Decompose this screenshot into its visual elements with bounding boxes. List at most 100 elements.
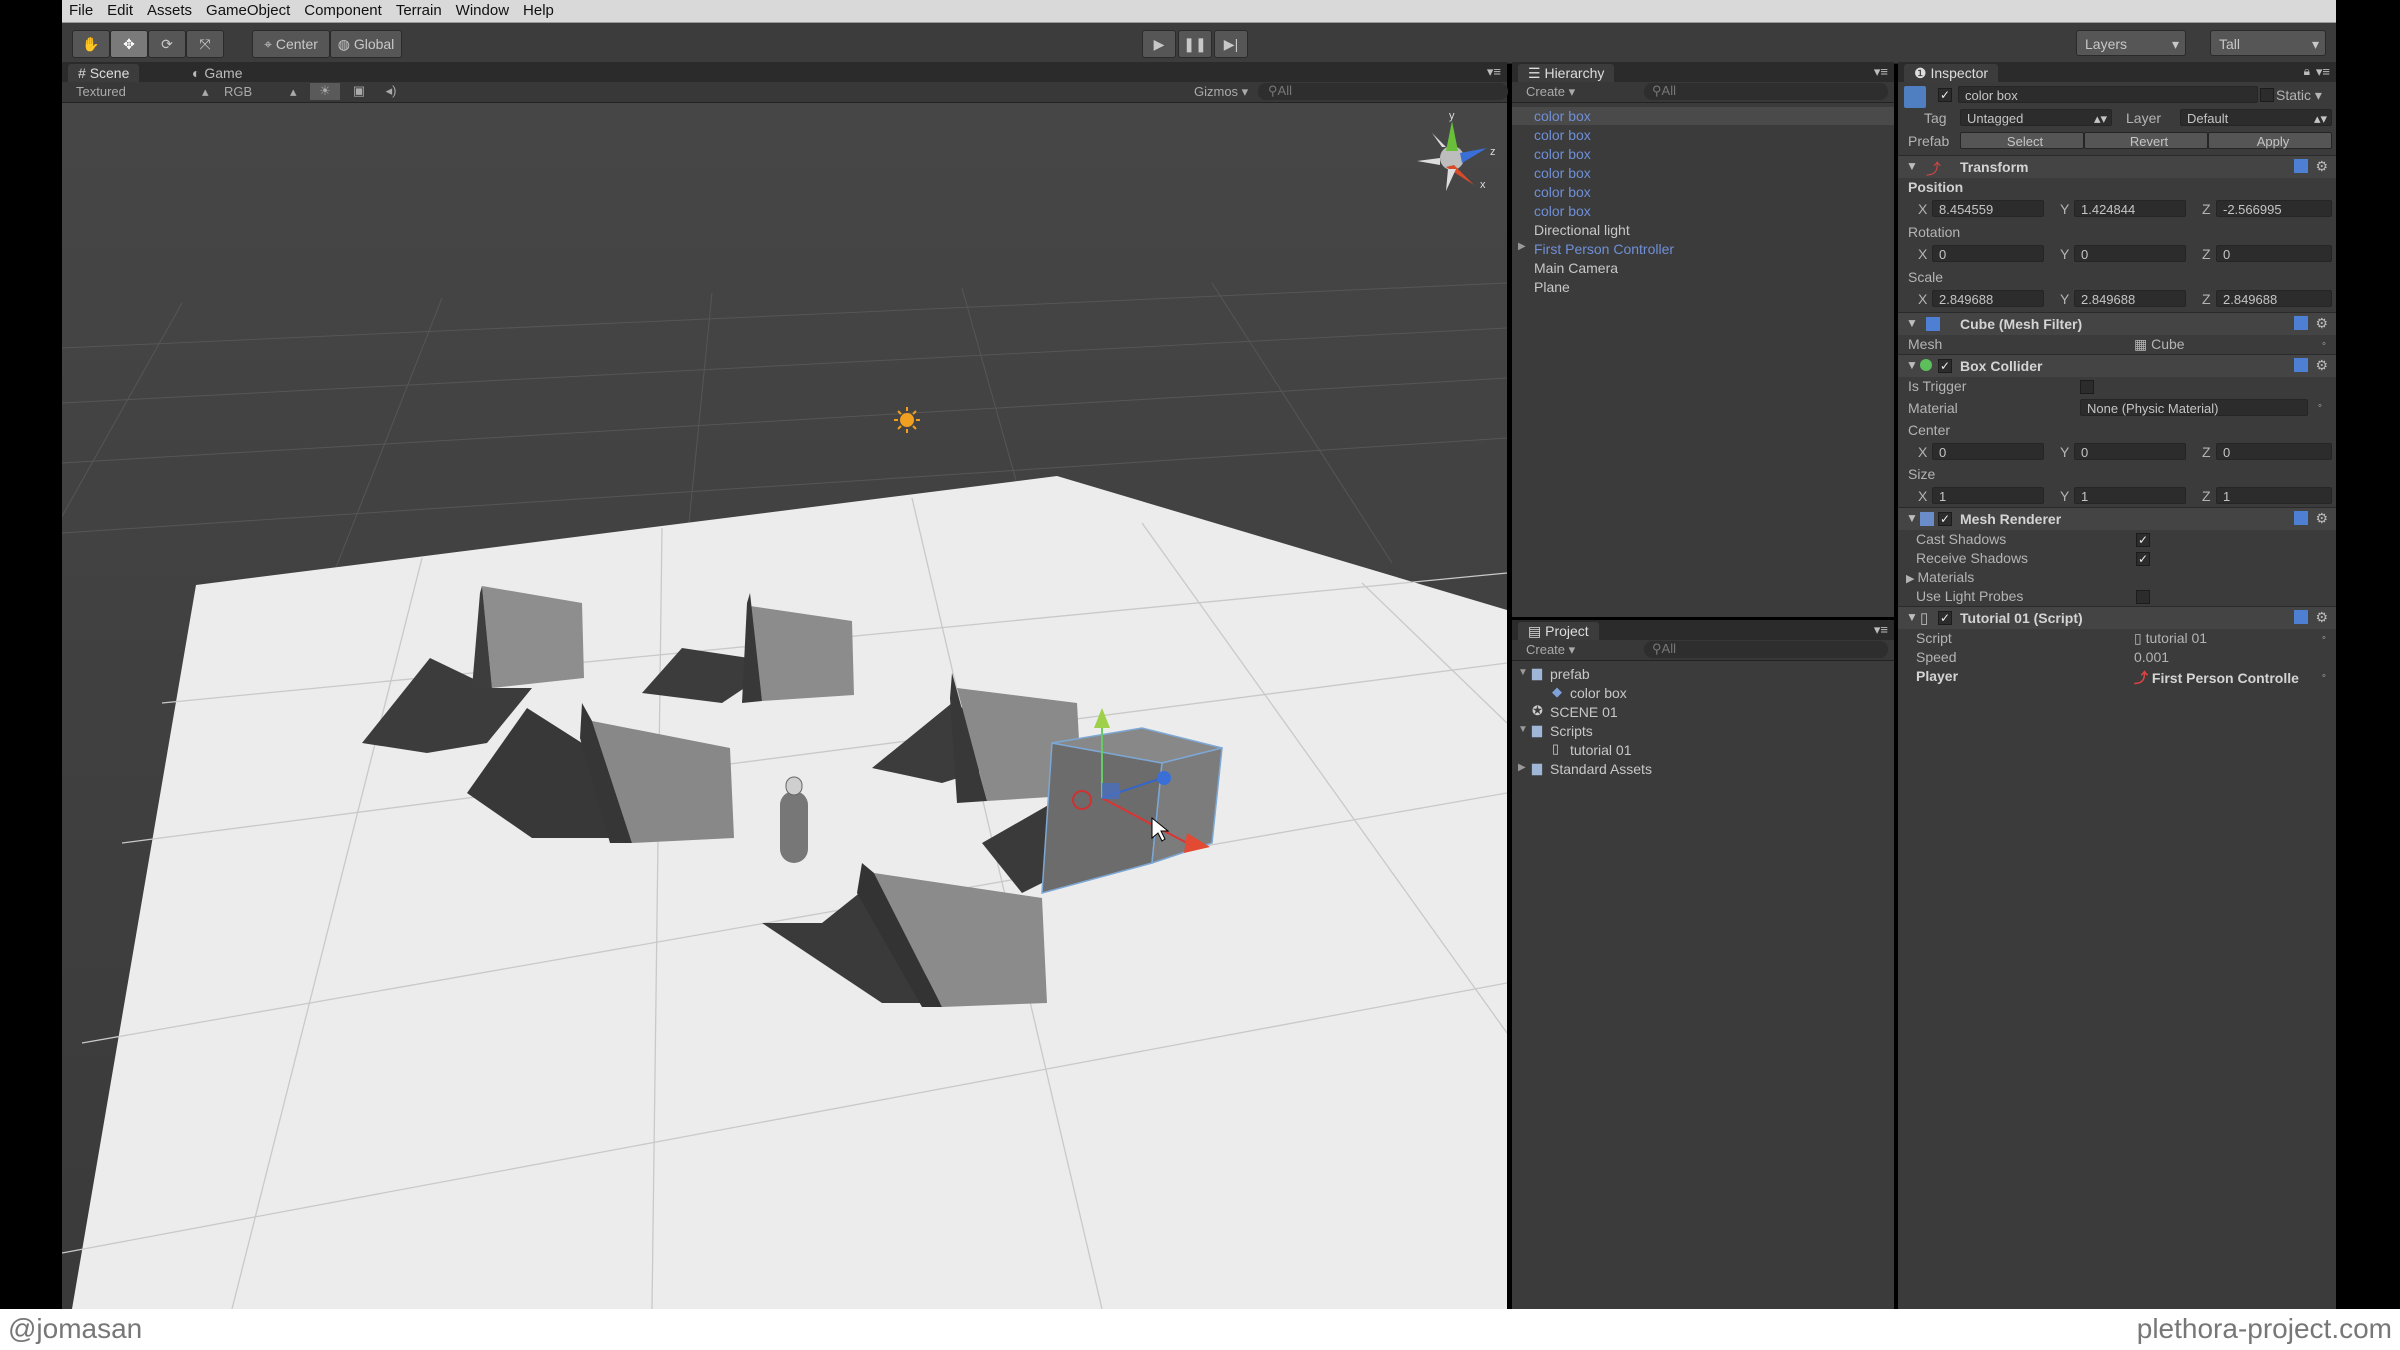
- menu-file[interactable]: File: [62, 0, 100, 22]
- color-mode-dropdown[interactable]: RGB: [224, 84, 252, 99]
- scene-audio-toggle[interactable]: ◂): [376, 83, 406, 100]
- menu-window[interactable]: Window: [449, 0, 516, 22]
- prefab-apply-button[interactable]: Apply: [2208, 132, 2332, 149]
- menu-gameobject[interactable]: GameObject: [199, 0, 297, 22]
- rotation-z-input[interactable]: 0: [2216, 245, 2332, 262]
- scale-x-input[interactable]: 2.849688: [1932, 290, 2044, 307]
- foldout-arrow-icon[interactable]: ▶: [1518, 241, 1526, 252]
- panel-menu-icon[interactable]: ▾≡: [1874, 64, 1888, 80]
- hierarchy-item[interactable]: Plane: [1512, 278, 1894, 296]
- active-checkbox[interactable]: ✓: [1938, 88, 1952, 102]
- menu-help[interactable]: Help: [516, 0, 561, 22]
- position-y-input[interactable]: 1.424844: [2074, 200, 2186, 217]
- play-button[interactable]: ▶: [1142, 30, 1176, 58]
- physic-material-field[interactable]: None (Physic Material): [2080, 399, 2308, 416]
- prefab-revert-button[interactable]: Revert: [2084, 132, 2208, 149]
- size-y-input[interactable]: 1: [2074, 487, 2186, 504]
- hierarchy-item[interactable]: Main Camera: [1512, 259, 1894, 277]
- box-collider-enabled-checkbox[interactable]: ✓: [1938, 359, 1952, 373]
- tab-project[interactable]: ▤ Project: [1518, 622, 1599, 640]
- static-dropdown[interactable]: Static ▾: [2276, 87, 2322, 104]
- rotate-tool-button[interactable]: ⟳: [148, 30, 186, 58]
- object-picker-icon[interactable]: ◦: [2318, 400, 2322, 412]
- gear-icon[interactable]: ⚙: [2315, 357, 2328, 374]
- mesh-renderer-enabled-checkbox[interactable]: ✓: [1938, 512, 1952, 526]
- hierarchy-create-dropdown[interactable]: Create ▾: [1526, 84, 1575, 100]
- step-button[interactable]: ▶|: [1214, 30, 1248, 58]
- center-y-input[interactable]: 0: [2074, 443, 2186, 460]
- pivot-center-button[interactable]: ⌖ Center: [252, 30, 330, 58]
- mesh-field[interactable]: ▦ Cube: [2134, 336, 2185, 353]
- position-x-input[interactable]: 8.454559: [1932, 200, 2044, 217]
- help-icon[interactable]: [2294, 159, 2308, 173]
- player-field[interactable]: ⤴ First Person Controlle: [2134, 668, 2299, 688]
- script-field[interactable]: ▯ tutorial 01: [2134, 630, 2207, 647]
- cast-shadows-checkbox[interactable]: ✓: [2136, 533, 2150, 547]
- move-tool-button[interactable]: ✥: [110, 30, 148, 58]
- use-light-probes-checkbox[interactable]: [2136, 590, 2150, 604]
- hierarchy-item[interactable]: color box: [1512, 164, 1894, 182]
- hierarchy-item[interactable]: color box: [1512, 183, 1894, 201]
- object-name-input[interactable]: color box: [1958, 86, 2258, 103]
- mesh-filter-header[interactable]: ▼ Cube (Mesh Filter) ⚙: [1898, 312, 2336, 335]
- rotation-y-input[interactable]: 0: [2074, 245, 2186, 262]
- project-item[interactable]: ▼ ▆ prefab: [1512, 665, 1894, 683]
- speed-input[interactable]: 0.001: [2134, 649, 2169, 665]
- space-global-button[interactable]: ◍ Global: [330, 30, 402, 58]
- layer-dropdown[interactable]: Default ▴▾: [2180, 109, 2332, 126]
- foldout-arrow-icon[interactable]: ▼: [1518, 667, 1528, 678]
- help-icon[interactable]: [2294, 511, 2308, 525]
- layers-dropdown[interactable]: Layers ▾: [2076, 30, 2186, 56]
- gear-icon[interactable]: ⚙: [2315, 315, 2328, 332]
- foldout-arrow-icon[interactable]: ▶: [1518, 762, 1526, 773]
- menu-edit[interactable]: Edit: [100, 0, 140, 22]
- tab-game[interactable]: ◐ Game: [182, 64, 252, 82]
- mesh-renderer-header[interactable]: ▼ ✓ Mesh Renderer ⚙: [1898, 507, 2336, 530]
- hand-tool-button[interactable]: ✋: [72, 30, 110, 58]
- project-search-input[interactable]: ⚲All: [1644, 641, 1888, 658]
- scale-z-input[interactable]: 2.849688: [2216, 290, 2332, 307]
- help-icon[interactable]: [2294, 610, 2308, 624]
- static-checkbox[interactable]: [2260, 88, 2274, 102]
- object-picker-icon[interactable]: ◦: [2322, 670, 2326, 682]
- center-z-input[interactable]: 0: [2216, 443, 2332, 460]
- menu-component[interactable]: Component: [297, 0, 389, 22]
- object-picker-icon[interactable]: ◦: [2322, 632, 2326, 644]
- tag-dropdown[interactable]: Untagged ▴▾: [1960, 109, 2112, 126]
- help-icon[interactable]: [2294, 358, 2308, 372]
- foldout-arrow-icon[interactable]: ▼: [1518, 724, 1528, 735]
- project-item[interactable]: ✪ SCENE 01: [1512, 703, 1894, 721]
- project-item[interactable]: ▶ ▆ Standard Assets: [1512, 760, 1894, 778]
- gear-icon[interactable]: ⚙: [2315, 510, 2328, 527]
- object-picker-icon[interactable]: ◦: [2322, 338, 2326, 350]
- menu-assets[interactable]: Assets: [140, 0, 199, 22]
- prefab-select-button[interactable]: Select: [1960, 132, 2084, 149]
- panel-menu-icon[interactable]: ▾≡: [1487, 64, 1501, 80]
- panel-menu-icon[interactable]: ▾≡: [2316, 64, 2330, 80]
- scene-search-input[interactable]: ⚲All: [1258, 83, 1508, 100]
- project-item[interactable]: ▯ tutorial 01: [1512, 741, 1894, 759]
- panel-menu-icon[interactable]: ▾≡: [1874, 622, 1888, 638]
- tab-scene[interactable]: # Scene: [68, 64, 140, 82]
- hierarchy-search-input[interactable]: ⚲All: [1644, 83, 1888, 100]
- menu-terrain[interactable]: Terrain: [389, 0, 449, 22]
- gear-icon[interactable]: ⚙: [2315, 609, 2328, 626]
- transform-header[interactable]: ▼ ⤴ Transform ⚙: [1898, 155, 2336, 178]
- hierarchy-item[interactable]: ▶ First Person Controller: [1512, 240, 1894, 258]
- scene-fx-toggle[interactable]: ▣: [344, 83, 374, 100]
- lock-icon[interactable]: 🔒︎: [2304, 64, 2310, 79]
- gear-icon[interactable]: ⚙: [2315, 158, 2328, 175]
- size-x-input[interactable]: 1: [1932, 487, 2044, 504]
- materials-foldout[interactable]: ▶ Materials: [1906, 569, 1974, 585]
- scale-y-input[interactable]: 2.849688: [2074, 290, 2186, 307]
- center-x-input[interactable]: 0: [1932, 443, 2044, 460]
- is-trigger-checkbox[interactable]: [2080, 380, 2094, 394]
- script-enabled-checkbox[interactable]: ✓: [1938, 611, 1952, 625]
- project-create-dropdown[interactable]: Create ▾: [1526, 642, 1575, 658]
- tab-inspector[interactable]: ❶ Inspector: [1904, 64, 1999, 82]
- render-mode-dropdown[interactable]: Textured: [76, 84, 126, 99]
- hierarchy-item[interactable]: color box: [1512, 145, 1894, 163]
- gizmos-dropdown[interactable]: Gizmos ▾: [1194, 84, 1248, 100]
- rotation-x-input[interactable]: 0: [1932, 245, 2044, 262]
- box-collider-header[interactable]: ▼ ✓ Box Collider ⚙: [1898, 354, 2336, 377]
